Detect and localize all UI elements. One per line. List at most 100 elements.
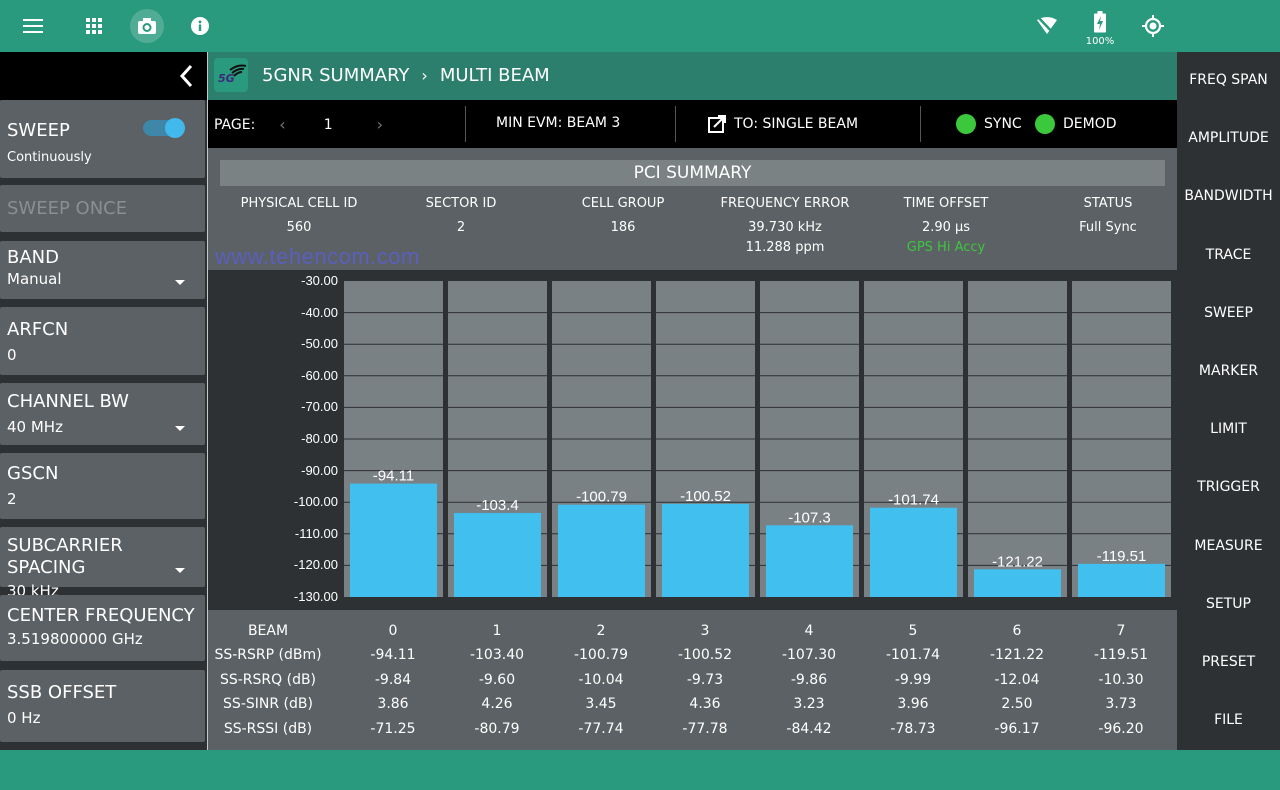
sweep-once-button[interactable]: SWEEP ONCE <box>0 185 205 232</box>
table-cell: -107.30 <box>781 647 837 663</box>
table-cell: -103.40 <box>469 647 525 663</box>
row-label: SS-SINR (dB) <box>223 696 313 712</box>
menu-sweep[interactable]: SWEEP <box>1177 305 1280 321</box>
menu-setup[interactable]: SETUP <box>1177 596 1280 612</box>
table-cell: 0 <box>388 623 398 639</box>
collapse-panel-bar <box>0 52 207 100</box>
pci-status: STATUS Full Sync <box>1048 194 1168 238</box>
info-icon[interactable] <box>184 10 216 42</box>
table-cell: 7 <box>1116 623 1126 639</box>
sweep-once-label: SWEEP ONCE <box>7 198 128 219</box>
bar-data-label: -101.74 <box>888 492 939 509</box>
channel-bw-setting[interactable]: CHANNEL BW 40 MHz <box>0 383 205 445</box>
beam-header-row: BEAM 0 1 2 3 4 5 6 7 <box>208 623 1178 647</box>
band-dropdown-icon[interactable] <box>175 280 185 285</box>
table-row: SS-RSRP (dBm) -94.11 -103.40 -100.79 -100.52… <box>208 647 1178 671</box>
page-control: PAGE: ‹ 1 › <box>214 115 383 134</box>
beam-bar-1[interactable] <box>454 512 541 597</box>
center-frequency-value: 3.519800000 GHz <box>7 630 143 648</box>
menu-trace[interactable]: TRACE <box>1177 247 1280 263</box>
beam-bar-0[interactable] <box>350 483 437 597</box>
table-cell: -100.79 <box>573 647 629 663</box>
menu-icon[interactable] <box>17 10 49 42</box>
band-label: BAND <box>7 247 59 268</box>
menu-bandwidth[interactable]: BANDWIDTH <box>1177 188 1280 204</box>
gps-icon[interactable] <box>1137 10 1169 42</box>
pci-value: 11.288 ppm <box>745 240 825 255</box>
menu-limit[interactable]: LIMIT <box>1177 421 1280 437</box>
beam-bar-3[interactable] <box>662 503 749 597</box>
pci-sector-id: SECTOR ID 2 <box>391 194 531 238</box>
menu-measure[interactable]: MEASURE <box>1177 538 1280 554</box>
page-next-icon[interactable]: › <box>377 115 383 134</box>
menu-file[interactable]: FILE <box>1177 712 1280 728</box>
subcarrier-spacing-setting[interactable]: SUBCARRIER SPACING 30 kHz <box>0 527 205 600</box>
beam-bar-6[interactable] <box>974 569 1061 597</box>
table-cell: -77.78 <box>682 720 728 737</box>
bar-data-label: -100.79 <box>576 489 627 506</box>
table-cell: -80.79 <box>474 720 520 737</box>
bottom-bar <box>0 750 1280 790</box>
band-value: Manual <box>7 270 62 288</box>
arfcn-setting[interactable]: ARFCN 0 <box>0 307 205 375</box>
title-bar: 5G 5GNR SUMMARY › MULTI BEAM <box>208 52 1177 100</box>
beam-bar-2[interactable] <box>558 504 645 597</box>
subcarrier-spacing-label: SUBCARRIER SPACING <box>7 535 123 578</box>
beam-table: BEAM 0 1 2 3 4 5 6 7 SS-RSRP (dBm) -94.11 -103.40 -1… <box>208 610 1178 750</box>
table-cell: 4 <box>804 623 814 639</box>
sweep-toggle[interactable] <box>143 118 185 138</box>
subcarrier-spacing-dropdown-icon[interactable] <box>175 568 185 573</box>
table-cell: -78.73 <box>890 720 936 737</box>
menu-marker[interactable]: MARKER <box>1177 363 1280 379</box>
table-cell: 6 <box>1012 623 1022 639</box>
beam-bar-5[interactable] <box>870 507 957 597</box>
camera-icon[interactable] <box>130 9 164 43</box>
main-content: 5G 5GNR SUMMARY › MULTI BEAM PAGE: ‹ 1 ›… <box>207 52 1178 750</box>
sync-indicator: SYNC <box>956 114 1022 134</box>
table-cell: -10.30 <box>1098 671 1144 688</box>
table-cell: -100.52 <box>677 647 733 663</box>
gps-accuracy-status: GPS Hi Accy <box>906 240 986 255</box>
menu-preset[interactable]: PRESET <box>1177 654 1280 670</box>
bar-data-label: -121.22 <box>992 553 1043 570</box>
pci-value: Full Sync <box>1079 220 1137 235</box>
table-cell: -84.42 <box>786 720 832 737</box>
table-cell: 3.86 <box>377 696 409 712</box>
left-settings-panel: SWEEP Continuously SWEEP ONCE BAND Manua… <box>0 52 207 750</box>
battery-percent: 100% <box>1085 36 1115 47</box>
table-cell: 3.96 <box>897 696 929 712</box>
pci-frequency-error: FREQUENCY ERROR 39.730 kHz 11.288 ppm <box>705 194 865 258</box>
bar-data-label: -100.52 <box>680 488 731 505</box>
demod-led-icon <box>1035 114 1055 134</box>
beam-rsrp-chart: -30.00 -40.00 -50.00 -60.00 -70.00 -80.00 -90.… <box>208 270 1178 610</box>
bar-data-label: -103.4 <box>476 497 519 514</box>
table-cell: 2 <box>596 623 606 639</box>
center-frequency-setting[interactable]: CENTER FREQUENCY 3.519800000 GHz <box>0 595 205 661</box>
page-prev-icon[interactable]: ‹ <box>279 115 285 134</box>
to-single-beam-button[interactable]: TO: SINGLE BEAM <box>708 115 858 133</box>
sweep-setting[interactable]: SWEEP Continuously <box>0 100 205 178</box>
menu-amplitude[interactable]: AMPLITUDE <box>1177 130 1280 146</box>
ssb-offset-setting[interactable]: SSB OFFSET 0 Hz <box>0 670 205 742</box>
gscn-setting[interactable]: GSCN 2 <box>0 453 205 519</box>
wifi-off-icon[interactable] <box>1031 10 1063 42</box>
table-cell: -94.11 <box>370 647 416 663</box>
ssb-offset-value: 0 Hz <box>7 709 41 727</box>
info-bar: PAGE: ‹ 1 › MIN EVM: BEAM 3 TO: SINGLE B… <box>208 100 1177 148</box>
beam-bar-7[interactable] <box>1078 563 1165 597</box>
pci-cell-group: CELL GROUP 186 <box>553 194 693 238</box>
channel-bw-dropdown-icon[interactable] <box>175 426 185 431</box>
pci-value: 2 <box>456 220 466 235</box>
menu-trigger[interactable]: TRIGGER <box>1177 479 1280 495</box>
apps-grid-icon[interactable] <box>78 10 110 42</box>
pci-time-offset: TIME OFFSET 2.90 µs GPS Hi Accy <box>886 194 1006 258</box>
collapse-panel-chevron-icon[interactable] <box>179 64 193 92</box>
pci-value: 2.90 µs <box>921 220 971 235</box>
chart-svg: -94.11 -103.4 -100.79 -100.52 -107.3 -101.74 -… <box>344 281 1171 597</box>
menu-freq-span[interactable]: FREQ SPAN <box>1177 72 1280 88</box>
breadcrumb-5gnr-summary[interactable]: 5GNR SUMMARY <box>262 65 409 86</box>
band-setting[interactable]: BAND Manual <box>0 241 205 299</box>
beam-bar-4[interactable] <box>766 525 853 597</box>
5g-logo-icon: 5G <box>214 58 248 92</box>
table-cell: -71.25 <box>370 720 416 737</box>
